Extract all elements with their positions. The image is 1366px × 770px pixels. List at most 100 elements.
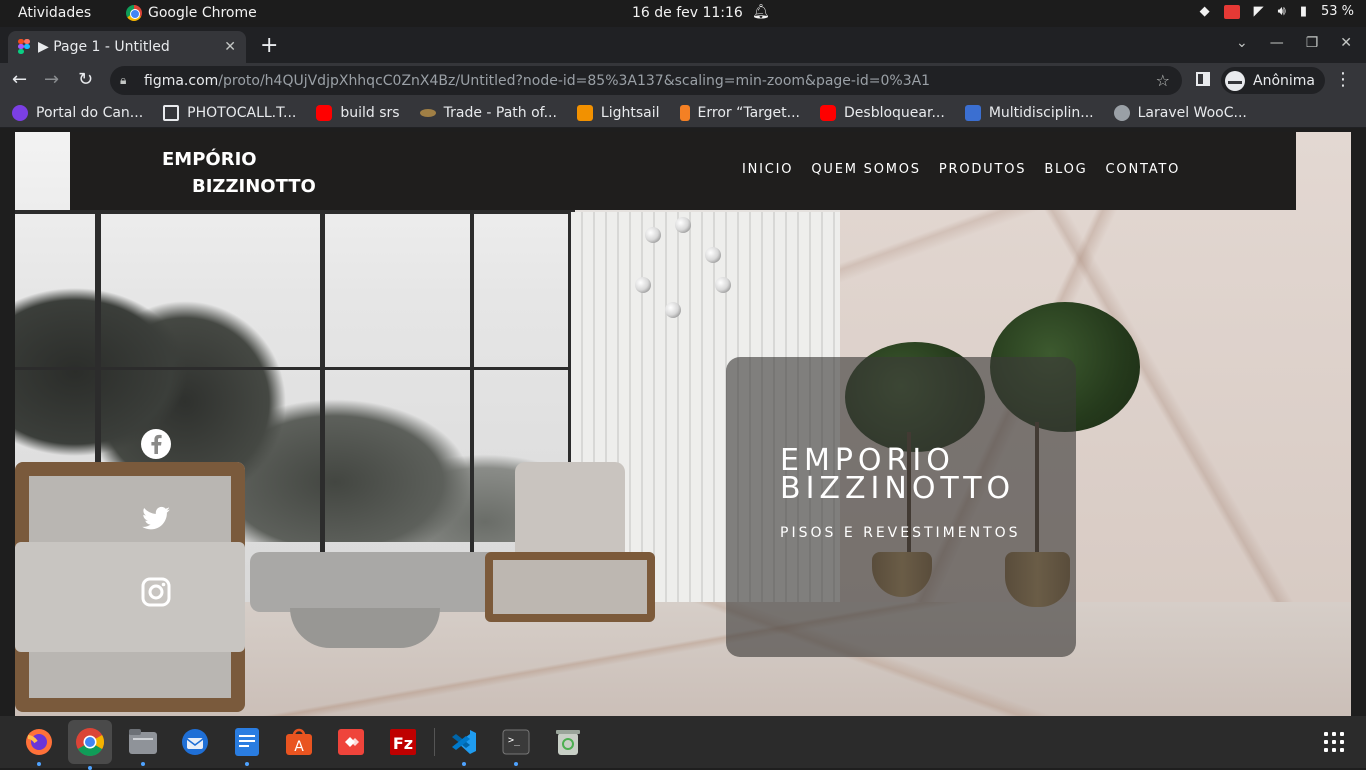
hero-title: EMPORIO BIZZINOTTO	[780, 446, 1016, 506]
trash-icon[interactable]	[550, 724, 586, 760]
bookmark-item[interactable]: PHOTOCALL.T...	[163, 104, 297, 121]
bookmark-label: build srs	[340, 104, 400, 121]
bookmark-item[interactable]: Portal do Can...	[12, 104, 144, 121]
incognito-profile-button[interactable]: Anônima	[1221, 67, 1325, 94]
taskbar-dock: A Fz >_	[0, 716, 1366, 770]
facebook-icon[interactable]	[140, 428, 172, 460]
system-top-bar: Atividades Google Chrome 16 de fev 11:16…	[0, 0, 1366, 27]
close-tab-icon[interactable]: ✕	[224, 39, 236, 55]
side-panel-icon[interactable]	[1196, 72, 1210, 86]
n-logo-icon	[964, 104, 981, 121]
battery-icon: ▮	[1299, 4, 1307, 19]
tab-active[interactable]: ▶ Page 1 - Untitled ✕	[8, 31, 246, 63]
site-logo[interactable]: EMPÓRIO BIZZINOTTO	[162, 146, 316, 200]
logo-line-1: EMPÓRIO	[162, 149, 257, 170]
firefox-icon[interactable]	[21, 724, 57, 766]
bookmark-item[interactable]: Error “Target...	[679, 104, 801, 121]
show-applications-icon[interactable]	[1324, 732, 1344, 752]
bookmark-label: Lightsail	[600, 104, 660, 121]
youtube-icon	[316, 104, 333, 121]
reload-button[interactable]: ↻	[78, 69, 93, 90]
terminal-icon[interactable]: >_	[498, 724, 534, 766]
anydesk-tray-icon	[1223, 4, 1240, 19]
bookmark-label: Multidisciplin...	[988, 104, 1094, 121]
bookmark-item[interactable]: Desbloquear...	[820, 104, 945, 121]
bookmark-item[interactable]: Multidisciplin...	[964, 104, 1094, 121]
volume-icon: 🔊︎	[1277, 4, 1286, 19]
minimize-button[interactable]: —	[1270, 35, 1284, 51]
page-viewport: EMPÓRIO BIZZINOTTO INICIO QUEM SOMOS PRO…	[15, 132, 1351, 716]
bookmark-label: Portal do Can...	[36, 104, 144, 121]
instagram-icon[interactable]	[140, 576, 172, 608]
chandelier	[625, 207, 745, 327]
incognito-icon	[1225, 70, 1245, 91]
menu-kebab-icon[interactable]: ⋮	[1334, 69, 1352, 90]
menu-produtos[interactable]: PRODUTOS	[939, 162, 1026, 177]
bookmark-item[interactable]: Trade - Path of...	[419, 104, 557, 121]
svg-text:A: A	[294, 739, 304, 755]
tab-search-icon[interactable]: ⌄	[1236, 35, 1248, 51]
forward-button[interactable]: →	[44, 69, 59, 90]
hero-title-line-2: BIZZINOTTO	[780, 471, 1016, 506]
system-tray[interactable]: ◆ ◤ 🔊︎ ▮ 53 %	[1200, 4, 1354, 19]
bookmark-label: Trade - Path of...	[443, 104, 557, 121]
files-icon[interactable]	[125, 724, 161, 766]
tab-title: ▶ Page 1 - Untitled	[38, 39, 170, 55]
dock-separator	[434, 728, 435, 756]
hero-subtitle: PISOS E REVESTIMENTOS	[780, 525, 1021, 541]
coffee-table	[250, 552, 520, 648]
window-frame	[15, 210, 575, 214]
viewport-border	[1351, 132, 1366, 716]
bookmark-label: Error “Target...	[697, 104, 801, 121]
url-path: /proto/h4QUjVdjpXhhqcC0ZnX4Bz/Untitled?n…	[218, 72, 931, 89]
text-editor-icon[interactable]	[229, 724, 265, 766]
bookmark-item[interactable]: build srs	[316, 104, 400, 121]
site-header: EMPÓRIO BIZZINOTTO INICIO QUEM SOMOS PRO…	[70, 132, 1296, 210]
bookmark-star-icon[interactable]: ☆	[1156, 71, 1170, 90]
notification-bell-icon: 🔔︎	[752, 4, 770, 20]
bookmark-label: PHOTOCALL.T...	[187, 104, 297, 121]
activities-button[interactable]: Atividades	[18, 5, 91, 21]
bookmark-item[interactable]: Lightsail	[576, 104, 660, 121]
path-of-exile-icon	[419, 108, 436, 117]
bookmarks-bar: Portal do Can... PHOTOCALL.T... build sr…	[0, 98, 1366, 128]
wifi-icon: ◤	[1253, 4, 1264, 19]
menu-quem-somos[interactable]: QUEM SOMOS	[811, 162, 921, 177]
browser-toolbar: ← → ↻ 🔒︎ figma.com/proto/h4QUjVdjpXhhqcC…	[0, 63, 1366, 98]
hero-background	[15, 132, 1351, 716]
bookmark-item[interactable]: Laravel WooC...	[1113, 104, 1247, 121]
window-frame	[470, 212, 474, 572]
menu-inicio[interactable]: INICIO	[742, 162, 793, 177]
bookmark-label: Desbloquear...	[844, 104, 945, 121]
battery-level: 53 %	[1320, 4, 1354, 19]
software-center-icon[interactable]: A	[281, 724, 317, 760]
twitter-icon[interactable]	[140, 502, 172, 534]
back-button[interactable]: ←	[12, 69, 27, 90]
filezilla-icon[interactable]: Fz	[385, 724, 421, 760]
site-menu: INICIO QUEM SOMOS PRODUTOS BLOG CONTATO	[742, 162, 1180, 177]
close-window-button[interactable]: ✕	[1340, 35, 1352, 51]
clock[interactable]: 16 de fev 11:16	[632, 5, 743, 21]
svg-text:Fz: Fz	[393, 734, 413, 753]
profile-label: Anônima	[1253, 72, 1315, 89]
window-frame	[15, 367, 575, 370]
lock-icon[interactable]: 🔒︎	[120, 73, 134, 88]
lightsail-icon	[576, 104, 593, 121]
app-menu[interactable]: Google Chrome	[126, 5, 257, 21]
maximize-button[interactable]: ❐	[1306, 35, 1319, 51]
svg-text:>_: >_	[508, 735, 521, 746]
dropbox-icon: ◆	[1199, 4, 1210, 19]
menu-blog[interactable]: BLOG	[1044, 162, 1087, 177]
tab-strip: ▶ Page 1 - Untitled ✕ + ⌄ — ❐ ✕	[0, 27, 1366, 63]
chrome-icon[interactable]	[68, 720, 112, 770]
anydesk-icon[interactable]	[333, 724, 369, 760]
armchair	[485, 462, 655, 632]
menu-contato[interactable]: CONTATO	[1106, 162, 1181, 177]
thunderbird-icon[interactable]	[177, 724, 213, 760]
figma-icon	[18, 39, 30, 55]
bookmark-label: Laravel WooC...	[1137, 104, 1247, 121]
new-tab-button[interactable]: +	[260, 33, 278, 58]
address-bar[interactable]: 🔒︎ figma.com/proto/h4QUjVdjpXhhqcC0ZnX4B…	[110, 66, 1182, 95]
app-name: Google Chrome	[148, 5, 257, 21]
vscode-icon[interactable]	[446, 724, 482, 766]
